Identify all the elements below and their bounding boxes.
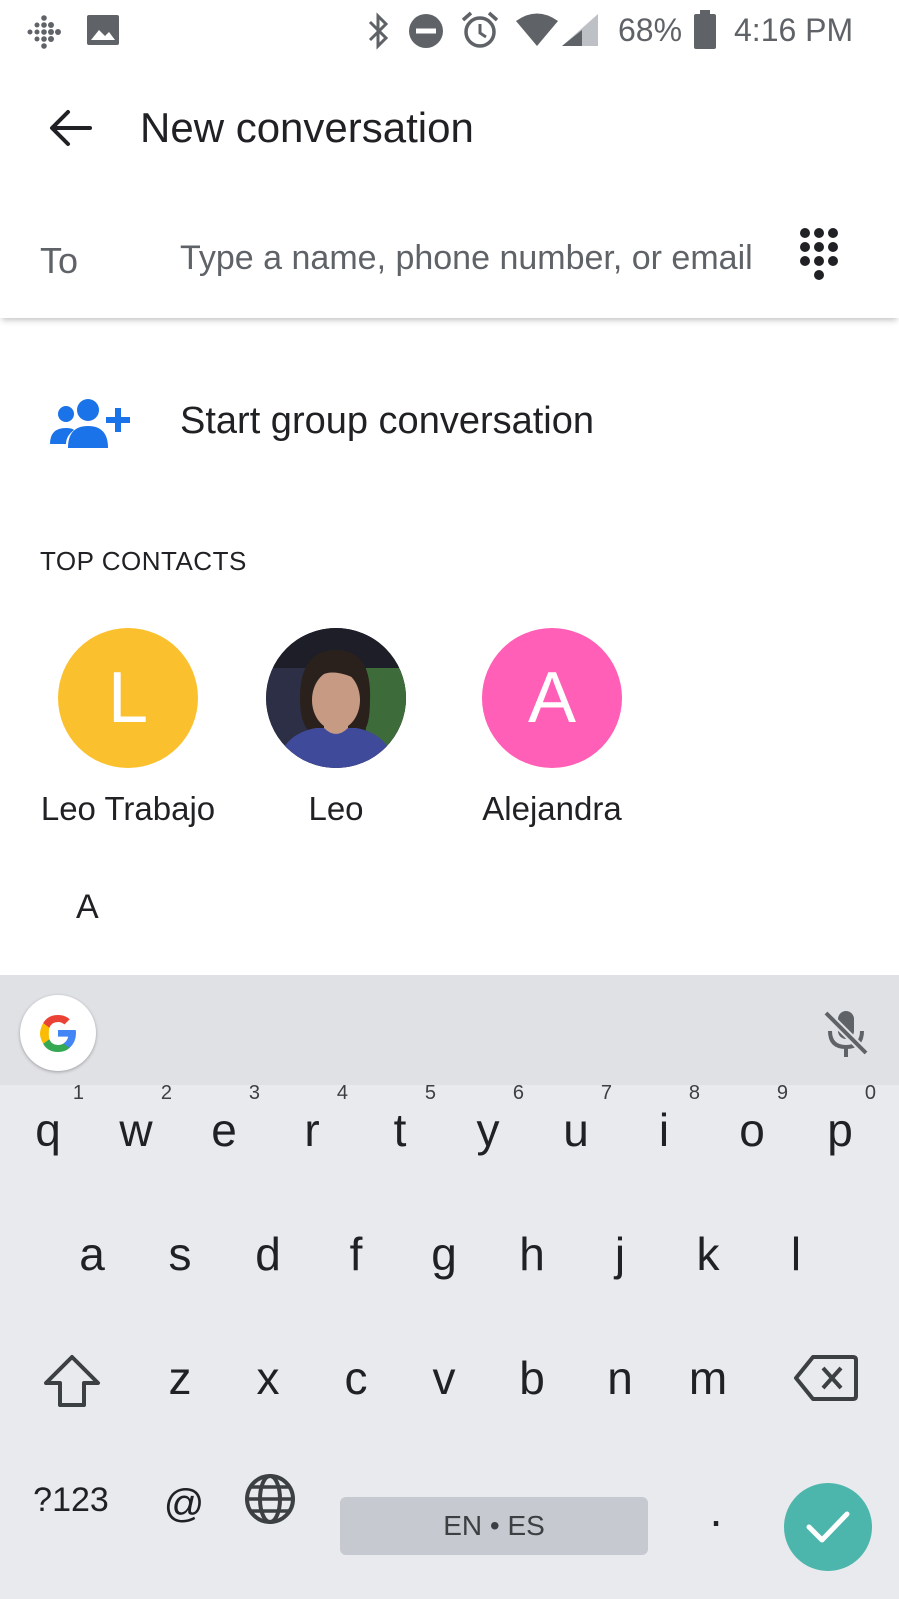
key-e[interactable]: e3 bbox=[180, 1075, 268, 1185]
mic-off-icon[interactable] bbox=[820, 1007, 872, 1059]
recipient-field-row: To bbox=[0, 200, 899, 318]
period-key[interactable]: . bbox=[672, 1455, 760, 1565]
key-u[interactable]: u7 bbox=[532, 1075, 620, 1185]
key-d[interactable]: d bbox=[224, 1199, 312, 1309]
enter-button[interactable] bbox=[784, 1483, 872, 1571]
avatar: A bbox=[482, 628, 622, 768]
group-add-icon bbox=[50, 399, 130, 448]
start-group-conversation-button[interactable]: Start group conversation bbox=[0, 370, 899, 480]
key-q[interactable]: q1 bbox=[4, 1075, 92, 1185]
fitbit-icon bbox=[27, 15, 61, 49]
at-key[interactable]: @ bbox=[140, 1449, 228, 1559]
key-k[interactable]: k bbox=[664, 1199, 752, 1309]
contact-name: Leo Trabajo bbox=[40, 790, 216, 827]
key-p[interactable]: p0 bbox=[796, 1075, 884, 1185]
key-b[interactable]: b bbox=[488, 1323, 576, 1433]
backspace-key[interactable] bbox=[782, 1323, 870, 1433]
backspace-icon bbox=[794, 1355, 858, 1401]
key-f[interactable]: f bbox=[312, 1199, 400, 1309]
key-c[interactable]: c bbox=[312, 1323, 400, 1433]
space-key[interactable]: EN • ES bbox=[340, 1497, 648, 1555]
key-z[interactable]: z bbox=[136, 1323, 224, 1433]
key-r[interactable]: r4 bbox=[268, 1075, 356, 1185]
key-a[interactable]: a bbox=[48, 1199, 136, 1309]
key-o[interactable]: o9 bbox=[708, 1075, 796, 1185]
battery-percent: 68% bbox=[618, 12, 683, 48]
dialpad-button[interactable] bbox=[800, 224, 860, 290]
avatar-initial: A bbox=[527, 658, 577, 738]
section-letter-header: A bbox=[76, 888, 99, 926]
key-w[interactable]: w2 bbox=[92, 1075, 180, 1185]
back-button[interactable] bbox=[40, 100, 100, 156]
to-label: To bbox=[40, 240, 79, 281]
key-l[interactable]: l bbox=[752, 1199, 840, 1309]
shift-icon bbox=[44, 1355, 100, 1407]
check-icon bbox=[806, 1511, 850, 1543]
contact-alejandra[interactable]: A Alejandra bbox=[452, 628, 652, 838]
arrow-back-icon bbox=[50, 110, 92, 146]
key-n[interactable]: n bbox=[576, 1323, 664, 1433]
clock: 4:16 PM bbox=[734, 12, 854, 48]
key-s[interactable]: s bbox=[136, 1199, 224, 1309]
alarm-icon bbox=[461, 11, 499, 48]
app-bar: New conversation bbox=[0, 62, 899, 192]
language-key[interactable] bbox=[226, 1445, 314, 1555]
key-x[interactable]: x bbox=[224, 1323, 312, 1433]
page-title: New conversation bbox=[140, 104, 474, 151]
shift-key[interactable] bbox=[28, 1323, 116, 1433]
wifi-icon bbox=[516, 13, 558, 46]
google-search-button[interactable] bbox=[20, 995, 96, 1071]
keyboard: q1 w2 e3 r4 t5 y6 u7 i8 o9 p0 a s d f g … bbox=[0, 975, 899, 1599]
google-icon bbox=[40, 1015, 76, 1052]
globe-icon bbox=[245, 1474, 295, 1524]
top-contacts-header: TOP CONTACTS bbox=[40, 546, 247, 576]
battery-icon bbox=[694, 10, 716, 49]
start-group-label: Start group conversation bbox=[180, 400, 595, 442]
avatar-photo bbox=[266, 628, 406, 768]
avatar-initial: L bbox=[107, 658, 149, 738]
symbols-key[interactable]: ?123 bbox=[26, 1445, 116, 1555]
contact-leo-trabajo[interactable]: L Leo Trabajo bbox=[28, 628, 228, 838]
key-i[interactable]: i8 bbox=[620, 1075, 708, 1185]
key-v[interactable]: v bbox=[400, 1323, 488, 1433]
key-h[interactable]: h bbox=[488, 1199, 576, 1309]
key-m[interactable]: m bbox=[664, 1323, 752, 1433]
status-bar: 68% 4:16 PM bbox=[0, 0, 899, 62]
key-t[interactable]: t5 bbox=[356, 1075, 444, 1185]
key-y[interactable]: y6 bbox=[444, 1075, 532, 1185]
keyboard-suggestion-strip bbox=[0, 975, 899, 1085]
bluetooth-icon bbox=[368, 12, 389, 50]
contact-name: Alejandra bbox=[482, 790, 622, 827]
recipient-input[interactable] bbox=[180, 228, 760, 288]
cell-signal-icon bbox=[562, 14, 598, 46]
do-not-disturb-icon bbox=[409, 14, 443, 48]
key-g[interactable]: g bbox=[400, 1199, 488, 1309]
contact-leo[interactable]: Leo bbox=[236, 628, 436, 838]
image-icon bbox=[87, 15, 119, 45]
key-j[interactable]: j bbox=[576, 1199, 664, 1309]
avatar: L bbox=[58, 628, 198, 768]
contact-name: Leo bbox=[308, 790, 364, 827]
